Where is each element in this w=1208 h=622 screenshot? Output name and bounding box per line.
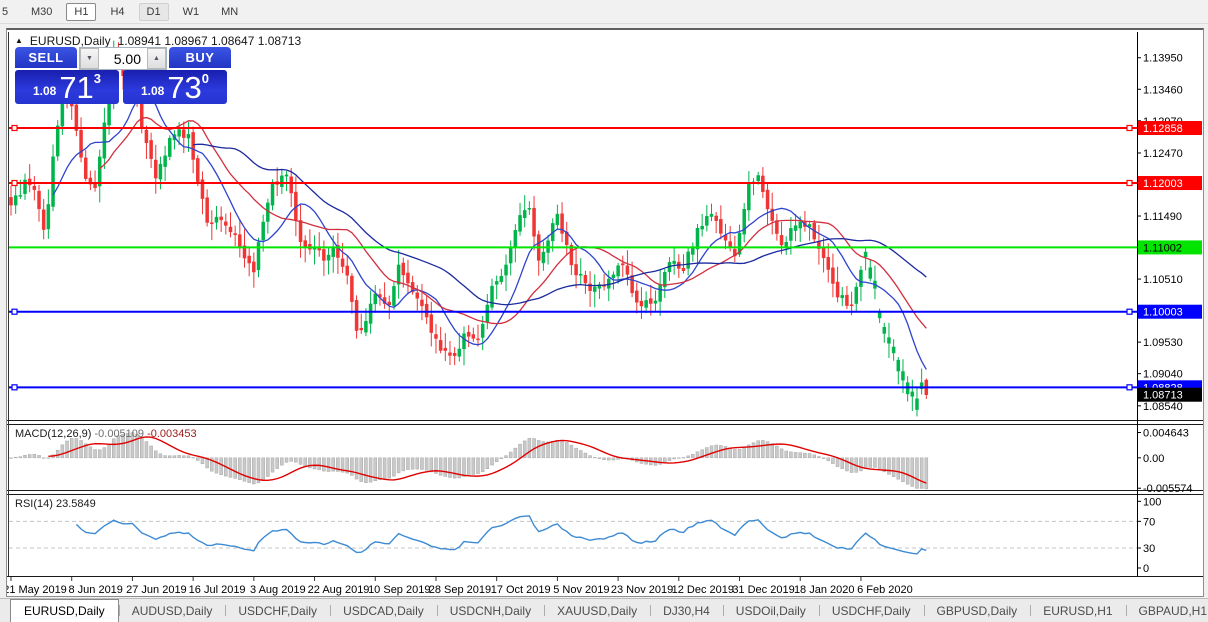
date-label: 6 Feb 2020 bbox=[857, 584, 913, 596]
chart-ohlc-readout: 1.08941 1.08967 1.08647 1.08713 bbox=[117, 34, 302, 48]
volume-input[interactable] bbox=[99, 48, 147, 69]
volume-increase-button[interactable]: ▲ bbox=[147, 48, 166, 69]
line-handle[interactable] bbox=[1126, 384, 1133, 391]
price-tick-label: 1.10510 bbox=[1143, 274, 1183, 286]
timeframe-button-mn[interactable]: MN bbox=[213, 3, 246, 21]
chart-tab-usdcnh-daily[interactable]: USDCNH,Daily bbox=[436, 599, 544, 622]
volume-spinner: ▼ ▲ bbox=[79, 47, 167, 70]
timeframe-button-5[interactable]: 5 bbox=[0, 3, 17, 21]
line-handle[interactable] bbox=[11, 308, 18, 315]
line-handle[interactable] bbox=[11, 384, 18, 391]
rsi-panel bbox=[9, 515, 1137, 555]
price-tick-label: 1.12470 bbox=[1143, 148, 1183, 160]
chart-tab-xauusd-daily[interactable]: XAUUSD,Daily bbox=[544, 599, 650, 622]
date-label: 22 Aug 2019 bbox=[308, 584, 370, 596]
line-handle[interactable] bbox=[11, 179, 18, 187]
chart-tab-usdchf-daily[interactable]: USDCHF,Daily bbox=[225, 599, 330, 622]
chart-window: 1.139501.134601.129701.124701.114901.105… bbox=[6, 28, 1204, 597]
chart-tab-usdcad-daily[interactable]: USDCAD,Daily bbox=[330, 599, 437, 622]
date-label: 21 May 2019 bbox=[7, 584, 67, 596]
chart-tab-audusd-daily[interactable]: AUDUSD,Daily bbox=[118, 599, 226, 622]
sell-price-big: 71 bbox=[59, 70, 94, 105]
line-price-label-text: 1.12003 bbox=[1143, 178, 1183, 190]
line-price-label-text: 1.10003 bbox=[1143, 307, 1183, 319]
buy-price-big: 73 bbox=[167, 70, 202, 105]
line-price-label-text: 1.12858 bbox=[1143, 123, 1183, 135]
chart-tab-usdoil-daily[interactable]: USDOil,Daily bbox=[722, 599, 819, 622]
timeframe-button-d1[interactable]: D1 bbox=[138, 2, 169, 21]
buy-button[interactable]: BUY bbox=[169, 47, 231, 70]
chart-tab-gbpaud-h1[interactable]: GBPAUD,H1 bbox=[1125, 599, 1208, 622]
sell-price-button[interactable]: 1.08 71 3 bbox=[15, 70, 119, 104]
macd-tick-label: 0.004643 bbox=[1143, 427, 1189, 439]
price-axis: 1.139501.134601.129701.124701.114901.105… bbox=[1137, 53, 1202, 575]
line-handle[interactable] bbox=[1126, 179, 1133, 187]
buy-price-pip: 0 bbox=[201, 71, 210, 86]
timeframe-button-h1[interactable]: H1 bbox=[66, 2, 97, 21]
date-label: 16 Jul 2019 bbox=[189, 584, 246, 596]
line-handle[interactable] bbox=[11, 124, 18, 132]
date-label: 17 Oct 2019 bbox=[491, 584, 551, 596]
rsi-tick-label: 30 bbox=[1143, 543, 1155, 555]
panel-borders bbox=[7, 32, 1203, 577]
one-click-trading-panel: SELL ▼ ▲ BUY 1.08 71 3 1.08 73 0 bbox=[15, 47, 231, 104]
date-label: 18 Jan 2020 bbox=[794, 584, 855, 596]
sell-price-pip: 3 bbox=[93, 71, 102, 86]
line-price-label-text: 1.11002 bbox=[1143, 242, 1182, 254]
price-chart[interactable]: 1.139501.134601.129701.124701.114901.105… bbox=[7, 30, 1203, 596]
chart-tab-usdchf-daily[interactable]: USDCHF,Daily bbox=[818, 599, 924, 622]
collapse-panel-icon[interactable]: ▲ bbox=[15, 37, 23, 45]
date-label: 8 Jun 2019 bbox=[68, 584, 122, 596]
rsi-tick-label: 70 bbox=[1143, 516, 1155, 528]
line-handle[interactable] bbox=[1126, 124, 1133, 132]
line-handle[interactable] bbox=[1126, 308, 1133, 315]
macd-tick-label: 0.00 bbox=[1143, 453, 1164, 465]
date-label: 27 Jun 2019 bbox=[126, 584, 187, 596]
price-tick-label: 1.11490 bbox=[1143, 211, 1182, 223]
timeframe-button-m30[interactable]: M30 bbox=[23, 3, 60, 21]
trading-platform-window: 5M30H1H4D1W1MN 1.139501.134601.129701.12… bbox=[0, 0, 1208, 622]
date-label: 31 Dec 2019 bbox=[732, 584, 794, 596]
chart-tab-dj30-h4[interactable]: DJ30,H4 bbox=[650, 599, 723, 622]
macd-tick-label: -0.005574 bbox=[1143, 483, 1193, 495]
date-label: 12 Dec 2019 bbox=[672, 584, 734, 596]
date-label: 3 Aug 2019 bbox=[250, 584, 306, 596]
chart-title: EURUSD,Daily bbox=[29, 34, 111, 48]
rsi-tick-label: 0 bbox=[1143, 563, 1149, 575]
timeframe-toolbar: 5 M30 H1 H4 D1 W1 MN bbox=[0, 0, 1208, 24]
price-tick-label: 1.13460 bbox=[1143, 84, 1183, 96]
volume-decrease-button[interactable]: ▼ bbox=[80, 48, 99, 69]
buy-price-prefix: 1.08 bbox=[140, 84, 165, 98]
moving-average-20 bbox=[99, 116, 927, 329]
timeframe-button-h4[interactable]: H4 bbox=[102, 3, 132, 21]
price-tick-label: 1.08540 bbox=[1143, 401, 1183, 413]
rsi-tick-label: 100 bbox=[1143, 496, 1161, 508]
sell-button[interactable]: SELL bbox=[15, 47, 77, 70]
current-price-text: 1.08713 bbox=[1143, 390, 1183, 402]
chart-tab-gbpusd-daily[interactable]: GBPUSD,Daily bbox=[923, 599, 1031, 622]
moving-average-40 bbox=[193, 143, 927, 306]
date-label: 28 Sep 2019 bbox=[429, 584, 491, 596]
date-label: 5 Nov 2019 bbox=[553, 584, 609, 596]
date-label: 23 Nov 2019 bbox=[611, 584, 673, 596]
chart-tab-eurusd-h1[interactable]: EURUSD,H1 bbox=[1030, 599, 1125, 622]
buy-price-button[interactable]: 1.08 73 0 bbox=[123, 70, 227, 104]
time-axis: 21 May 2019 8 Jun 2019 27 Jun 2019 16 Jul 2… bbox=[7, 577, 913, 596]
chart-tab-eurusd-daily[interactable]: EURUSD,Daily bbox=[10, 599, 119, 622]
sell-price-prefix: 1.08 bbox=[32, 84, 57, 98]
price-tick-label: 1.09040 bbox=[1143, 369, 1183, 381]
timeframe-button-w1[interactable]: W1 bbox=[175, 3, 208, 21]
date-label: 10 Sep 2019 bbox=[368, 584, 430, 596]
price-tick-label: 1.13950 bbox=[1143, 53, 1183, 65]
chart-tab-bar: EURUSD,Daily AUDUSD,Daily USDCHF,Daily USDC… bbox=[0, 598, 1208, 622]
chart-header: ▲ EURUSD,Daily 1.08941 1.08967 1.08647 1… bbox=[15, 34, 301, 48]
price-tick-label: 1.09530 bbox=[1143, 337, 1183, 349]
macd-panel bbox=[9, 432, 929, 490]
